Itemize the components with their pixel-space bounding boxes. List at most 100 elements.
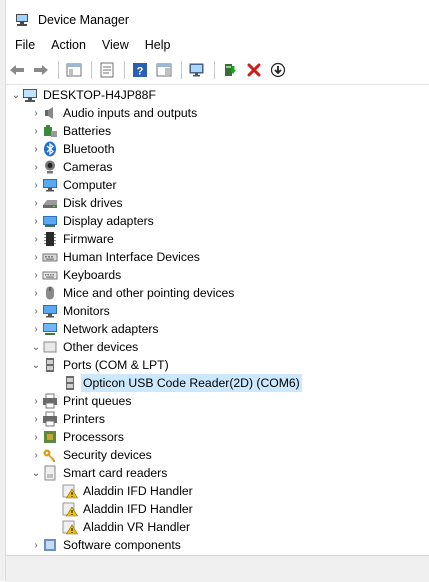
chevron-right-icon[interactable]: › [30, 392, 42, 410]
device-tree[interactable]: ⌄ DESKTOP-H4JP88F › Audio inputs and out… [6, 86, 429, 553]
tree-leaf-aladdin-ifd-1[interactable]: Aladdin IFD Handler [6, 482, 429, 500]
tree-leaf-label: Aladdin IFD Handler [83, 484, 193, 498]
tree-node-processors[interactable]: › Processors [6, 428, 429, 446]
chevron-right-icon[interactable]: › [30, 104, 42, 122]
chevron-right-icon[interactable]: › [30, 248, 42, 266]
tree-node-label: Keyboards [63, 268, 122, 282]
tree-node-audio[interactable]: › Audio inputs and outputs [6, 104, 429, 122]
chevron-right-icon[interactable]: › [30, 176, 42, 194]
tree-leaf-aladdin-ifd-2[interactable]: Aladdin IFD Handler [6, 500, 429, 518]
chevron-right-icon[interactable]: › [30, 320, 42, 338]
tree-node-label: Security devices [63, 448, 152, 462]
chevron-down-icon[interactable]: ⌄ [30, 464, 42, 482]
menu-help[interactable]: Help [137, 34, 179, 56]
tree-node-hid[interactable]: › Human Interface Devices [6, 248, 429, 266]
properties-button[interactable] [96, 59, 118, 81]
chevron-right-icon[interactable]: › [30, 158, 42, 176]
tree-node-bluetooth[interactable]: › Bluetooth [6, 140, 429, 158]
tree-leaf-label: Aladdin VR Handler [83, 520, 191, 534]
hid-icon [42, 249, 58, 265]
tree-node-monitors[interactable]: › Monitors [6, 302, 429, 320]
device-manager-window: Device Manager File Action View Help ? ⌄… [0, 0, 429, 582]
chevron-right-icon[interactable]: › [30, 122, 42, 140]
update-driver-button[interactable] [219, 59, 241, 81]
keyboard-icon [42, 267, 58, 283]
uninstall-device-button[interactable] [243, 59, 265, 81]
battery-icon [42, 123, 58, 139]
download-circle-icon [270, 62, 286, 78]
toolbar-separator [214, 61, 215, 79]
scan-hardware-changes-button[interactable] [186, 59, 208, 81]
chevron-right-icon[interactable]: › [30, 446, 42, 464]
tree-root-label: DESKTOP-H4JP88F [43, 88, 156, 102]
chevron-right-icon[interactable]: › [30, 410, 42, 428]
tree-leaf-label: Aladdin IFD Handler [83, 502, 193, 516]
chevron-right-icon[interactable]: › [30, 194, 42, 212]
tree-node-mice[interactable]: › Mice and other pointing devices [6, 284, 429, 302]
display-adapter-icon [42, 213, 58, 229]
window-title: Device Manager [38, 13, 130, 27]
action-pane-icon [156, 63, 172, 77]
tree-node-label: Mice and other pointing devices [63, 286, 235, 300]
forward-button[interactable] [30, 59, 52, 81]
tree-node-label: Print queues [63, 394, 132, 408]
tree-node-printers[interactable]: › Printers [6, 410, 429, 428]
tree-root-node[interactable]: ⌄ DESKTOP-H4JP88F [6, 86, 429, 104]
help-button[interactable]: ? [129, 59, 151, 81]
tree-node-software-components[interactable]: › Software components [6, 536, 429, 553]
tree-node-ports[interactable]: ⌄ Ports (COM & LPT) [6, 356, 429, 374]
tree-node-display-adapters[interactable]: › Display adapters [6, 212, 429, 230]
tree-node-label: Batteries [63, 124, 112, 138]
tree-node-security-devices[interactable]: › Security devices [6, 446, 429, 464]
chevron-right-icon[interactable]: › [30, 302, 42, 320]
chevron-down-icon[interactable]: ⌄ [30, 356, 42, 374]
title-bar[interactable]: Device Manager [6, 6, 429, 34]
tree-node-label: Network adapters [63, 322, 159, 336]
warning-icon [62, 519, 78, 535]
chevron-right-icon[interactable]: › [30, 266, 42, 284]
tree-node-cameras[interactable]: › Cameras [6, 158, 429, 176]
firmware-icon [42, 231, 58, 247]
tree-node-label: Computer [63, 178, 117, 192]
enable-device-button[interactable] [267, 59, 289, 81]
menu-file[interactable]: File [6, 34, 43, 56]
back-arrow-icon [10, 65, 24, 75]
action-pane-button[interactable] [153, 59, 175, 81]
chevron-right-icon[interactable]: › [30, 428, 42, 446]
tree-node-disk-drives[interactable]: › Disk drives [6, 194, 429, 212]
smartcard-icon [42, 465, 58, 481]
printer-icon [42, 411, 58, 427]
key-icon [42, 447, 58, 463]
speaker-icon [42, 105, 58, 121]
software-icon [42, 537, 58, 553]
chevron-right-icon[interactable]: › [30, 140, 42, 158]
tree-node-firmware[interactable]: › Firmware [6, 230, 429, 248]
printer-icon [42, 393, 58, 409]
chevron-right-icon[interactable]: › [30, 212, 42, 230]
tree-leaf-opticon-reader[interactable]: Opticon USB Code Reader(2D) (COM6) [6, 374, 429, 392]
disk-drive-icon [42, 195, 58, 211]
tree-node-label: Human Interface Devices [63, 250, 200, 264]
tree-node-computer[interactable]: › Computer [6, 176, 429, 194]
chevron-right-icon[interactable]: › [30, 284, 42, 302]
tree-node-batteries[interactable]: › Batteries [6, 122, 429, 140]
tree-node-network-adapters[interactable]: › Network adapters [6, 320, 429, 338]
tree-node-keyboards[interactable]: › Keyboards [6, 266, 429, 284]
chevron-right-icon[interactable]: › [30, 230, 42, 248]
tree-node-other-devices[interactable]: ⌄ Other devices [6, 338, 429, 356]
tree-node-smart-card-readers[interactable]: ⌄ Smart card readers [6, 464, 429, 482]
tree-node-print-queues[interactable]: › Print queues [6, 392, 429, 410]
tree-node-label: Smart card readers [63, 466, 168, 480]
bluetooth-icon [42, 141, 58, 157]
status-bar [6, 555, 429, 582]
menu-view[interactable]: View [94, 34, 137, 56]
forward-arrow-icon [34, 65, 48, 75]
menu-bar: File Action View Help [6, 34, 429, 56]
tree-leaf-aladdin-vr[interactable]: Aladdin VR Handler [6, 518, 429, 536]
chevron-right-icon[interactable]: › [30, 536, 42, 553]
back-button[interactable] [6, 59, 28, 81]
chevron-down-icon[interactable]: ⌄ [30, 338, 42, 356]
show-hide-console-tree-button[interactable] [63, 59, 85, 81]
menu-action[interactable]: Action [43, 34, 94, 56]
chevron-down-icon[interactable]: ⌄ [10, 86, 22, 104]
